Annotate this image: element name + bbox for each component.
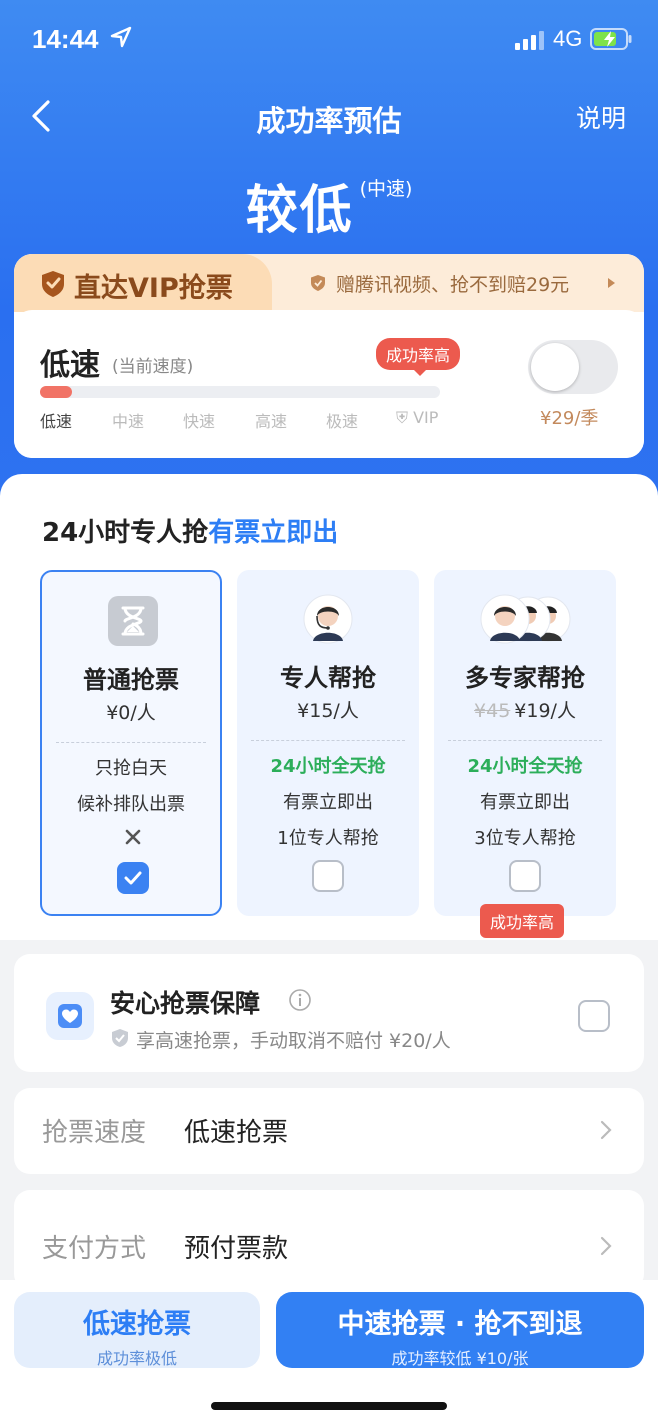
heart-badge-icon	[58, 1004, 82, 1028]
safe-subtitle: 享高速抢票，手动取消不赔付 ¥20/人	[136, 1030, 451, 1052]
divider	[448, 740, 602, 741]
option-name: 普通抢票	[83, 666, 179, 694]
cellular-signal-icon	[515, 31, 544, 50]
speed-progress-track	[40, 386, 440, 398]
option-personal[interactable]: 专人帮抢 ¥15/人 24小时全天抢 有票立即出 1位专人帮抢	[237, 570, 419, 916]
speed-tick: 快速	[183, 412, 216, 431]
shield-heart-icon	[46, 992, 94, 1040]
toggle-knob	[531, 343, 579, 391]
options-title: 24小时专人抢有票立即出	[42, 512, 338, 549]
safe-title: 安心抢票保障	[110, 989, 261, 1018]
row-value: 预付票款	[184, 1234, 289, 1264]
high-success-badge: 成功率高	[480, 904, 565, 938]
network-type: 4G	[553, 26, 583, 51]
row-label: 抢票速度	[42, 1118, 147, 1148]
options-title-prefix: 24小时专人抢	[42, 518, 209, 548]
navigation-bar: 成功率预估 说明	[0, 90, 658, 142]
option-feature-3: 1位专人帮抢	[277, 828, 379, 849]
success-rate-speed: (中速)	[359, 178, 413, 200]
option-feature-2: 有票立即出	[480, 792, 570, 813]
safe-guarantee-card[interactable]: 安心抢票保障 享高速抢票，手动取消不赔付 ¥20/人	[14, 954, 644, 1072]
option-checkbox-checked[interactable]	[117, 862, 149, 894]
vip-card: 直达VIP抢票 赠腾讯视频、抢不到赔29元 低速 (当前速度) 成功率高 低速中…	[14, 254, 644, 458]
speed-tick: 高速	[255, 412, 288, 431]
option-price-value: ¥0/人	[106, 702, 156, 724]
vip-speed-panel: 低速 (当前速度) 成功率高 低速 中速 快速 高速 极速 ⛨ VIP ¥29/季	[14, 310, 644, 458]
hourglass-icon	[108, 596, 158, 646]
row-ticket-speed[interactable]: 抢票速度 低速抢票	[14, 1088, 644, 1174]
row-value: 低速抢票	[184, 1118, 289, 1148]
speed-tick: ⛨ VIP	[396, 408, 439, 427]
option-price: ¥45 ¥19/人	[434, 696, 616, 723]
success-rate-level: 较低	[245, 181, 354, 241]
row-label: 支付方式	[42, 1234, 147, 1264]
promo-arrow-icon	[608, 278, 615, 288]
option-feature-1: 24小时全天抢	[270, 756, 386, 777]
expert-group-avatar-icon	[480, 594, 571, 644]
speed-tick: 中速	[112, 412, 145, 431]
speed-tick: 极速	[326, 412, 359, 431]
chevron-right-icon	[600, 1236, 612, 1256]
safe-checkbox[interactable]	[578, 1000, 610, 1032]
option-feature-1: 24小时全天抢	[467, 756, 583, 777]
vip-header: 直达VIP抢票 赠腾讯视频、抢不到赔29元	[14, 254, 644, 312]
speed-current-label: (当前速度)	[112, 357, 194, 377]
option-name: 专人帮抢	[280, 664, 376, 692]
medium-grab-title: 中速抢票 · 抢不到退	[337, 1309, 583, 1340]
divider	[56, 742, 206, 743]
page-title: 成功率预估	[256, 104, 402, 138]
verified-shield-icon	[112, 1029, 128, 1047]
bottom-action-bar: 低速抢票 成功率极低 中速抢票 · 抢不到退 成功率较低 ¥10/张	[0, 1280, 658, 1425]
option-name: 多专家帮抢	[465, 664, 585, 692]
promo-shield-icon	[311, 275, 325, 291]
chevron-right-icon	[600, 1120, 612, 1140]
battery-charging-icon	[590, 28, 632, 50]
slow-grab-title: 低速抢票	[83, 1309, 191, 1340]
row-payment-method[interactable]: 支付方式 预付票款	[14, 1190, 644, 1290]
medium-grab-button[interactable]: 中速抢票 · 抢不到退 成功率较低 ¥10/张	[276, 1292, 644, 1368]
option-price: ¥0/人	[42, 698, 220, 725]
info-icon[interactable]	[288, 988, 312, 1012]
vip-tab[interactable]: 直达VIP抢票	[14, 254, 272, 312]
medium-grab-subtitle: 成功率较低 ¥10/张	[391, 1349, 529, 1368]
vip-toggle[interactable]	[528, 340, 618, 394]
option-old-price: ¥45	[474, 700, 511, 722]
speed-name: 低速	[40, 348, 100, 383]
checkmark-icon	[124, 871, 142, 885]
home-indicator	[211, 1402, 447, 1410]
option-price: ¥15/人	[237, 696, 419, 723]
vip-price: ¥29/季	[540, 408, 599, 429]
vip-promo-text[interactable]: 赠腾讯视频、抢不到赔29元	[336, 270, 569, 297]
slow-grab-button[interactable]: 低速抢票 成功率极低	[14, 1292, 260, 1368]
option-feature-2: 有票立即出	[283, 792, 373, 813]
help-link[interactable]: 说明	[576, 99, 626, 135]
option-price-value: ¥19/人	[514, 700, 576, 722]
option-feature-1: 只抢白天	[95, 758, 167, 779]
vip-shield-icon	[42, 271, 64, 297]
option-normal[interactable]: 普通抢票 ¥0/人 只抢白天 候补排队出票	[40, 570, 222, 916]
speed-progress-fill	[40, 386, 72, 398]
status-bar: 14:44 4G	[0, 0, 658, 80]
vip-tab-label: 直达VIP抢票	[74, 273, 233, 304]
slow-grab-subtitle: 成功率极低	[96, 1349, 177, 1368]
location-arrow-icon	[110, 26, 132, 48]
agent-avatar-icon	[303, 594, 353, 644]
options-panel: 24小时专人抢有票立即出 普通抢票 ¥0/人 只抢白天 候补排队出票 专人帮抢 …	[0, 474, 658, 940]
cross-icon	[125, 829, 141, 845]
divider	[251, 740, 405, 741]
success-rate-display: 较低 (中速)	[0, 168, 658, 241]
options-title-highlight: 有票立即出	[208, 518, 339, 548]
option-feature-2: 候补排队出票	[77, 794, 185, 815]
option-multi-expert[interactable]: 多专家帮抢 ¥45 ¥19/人 24小时全天抢 有票立即出 3位专人帮抢	[434, 570, 616, 916]
high-success-bubble: 成功率高	[376, 338, 461, 376]
status-time: 14:44	[32, 24, 99, 54]
option-feature-3: 3位专人帮抢	[474, 828, 576, 849]
option-checkbox[interactable]	[312, 860, 344, 892]
speed-tick: 低速	[40, 412, 73, 431]
option-checkbox[interactable]	[509, 860, 541, 892]
speed-ticks: 低速 中速 快速 高速 极速 ⛨ VIP	[40, 408, 460, 431]
option-price-value: ¥15/人	[297, 700, 359, 722]
